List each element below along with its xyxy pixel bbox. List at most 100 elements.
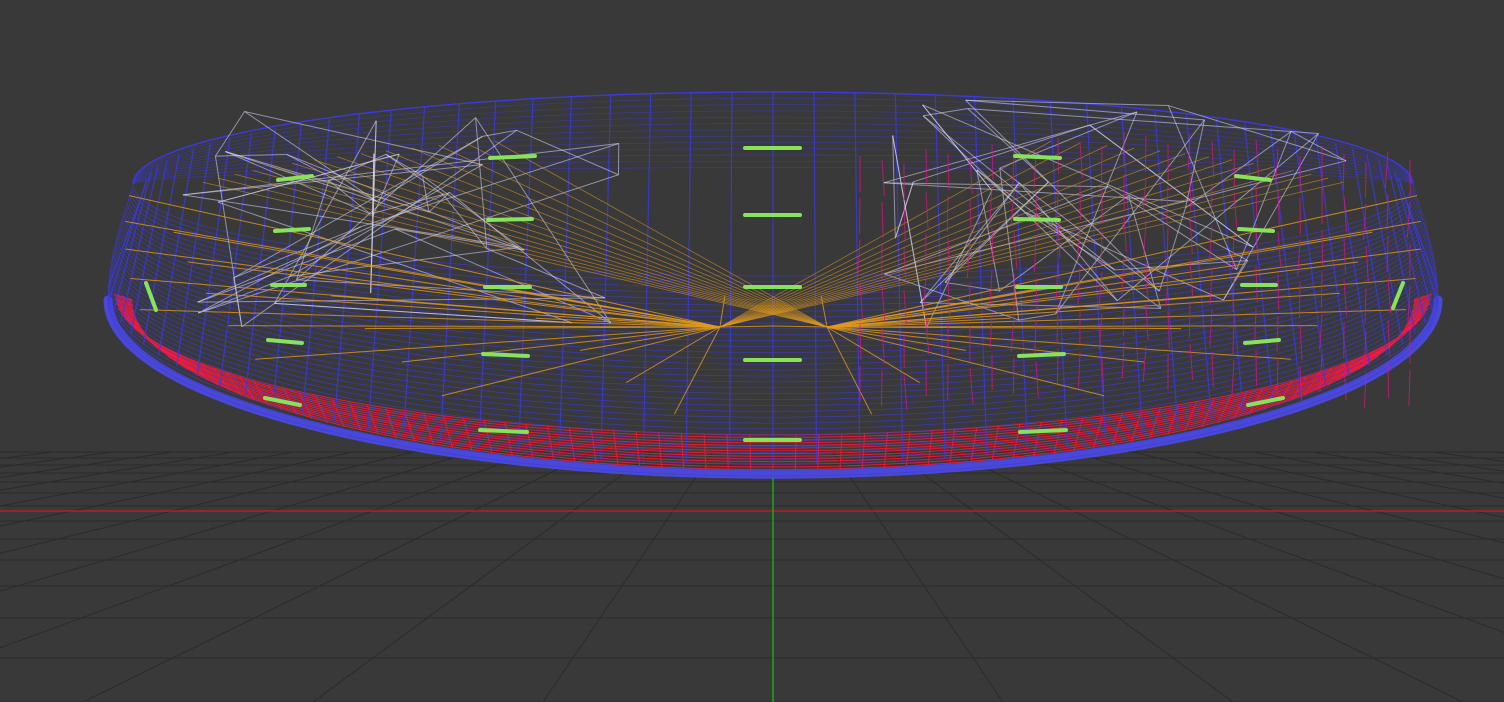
magenta-edge bbox=[1189, 217, 1193, 255]
grid-line bbox=[0, 451, 114, 468]
grid-line bbox=[1072, 451, 1504, 580]
orange-edge bbox=[331, 295, 721, 328]
magenta-edge bbox=[857, 239, 861, 277]
radial-line bbox=[113, 171, 152, 312]
grid-line bbox=[82, 451, 594, 702]
magenta-edge bbox=[1232, 233, 1235, 271]
magenta-edge bbox=[947, 153, 950, 191]
magenta-edge bbox=[1277, 273, 1280, 311]
orange-edge bbox=[719, 325, 774, 328]
white-edge bbox=[376, 135, 483, 202]
magenta-edge bbox=[946, 195, 949, 233]
radial-line bbox=[158, 148, 195, 356]
magenta-edge bbox=[1056, 179, 1059, 217]
white-edge bbox=[482, 129, 517, 137]
magenta-edge bbox=[1034, 319, 1037, 357]
magenta-edge bbox=[880, 369, 883, 407]
selected-edge[interactable] bbox=[481, 352, 530, 358]
dish-mesh[interactable] bbox=[103, 91, 1443, 479]
grid-line bbox=[952, 451, 1464, 702]
magenta-edge bbox=[1255, 181, 1258, 219]
magenta-edge bbox=[969, 199, 972, 237]
magenta-edge bbox=[1035, 361, 1039, 399]
magenta-edge bbox=[1078, 351, 1081, 389]
magenta-edge bbox=[1188, 301, 1191, 339]
magenta-edge bbox=[1144, 135, 1147, 173]
selected-edge[interactable] bbox=[273, 227, 311, 233]
magenta-edge bbox=[1012, 357, 1015, 395]
orange-edge bbox=[202, 181, 828, 328]
magenta-edge bbox=[1408, 369, 1411, 407]
magenta-edge bbox=[1387, 361, 1390, 399]
magenta-edge bbox=[1098, 271, 1103, 309]
ground-grid bbox=[0, 451, 1504, 702]
magenta-edge bbox=[1255, 349, 1258, 387]
magenta-edge bbox=[1233, 149, 1236, 187]
radial-line bbox=[1351, 148, 1388, 356]
magenta-edge bbox=[1343, 237, 1347, 275]
grid-line bbox=[0, 451, 414, 554]
magenta-edge bbox=[1320, 271, 1323, 309]
grid-line bbox=[0, 451, 234, 491]
magenta-edge bbox=[1232, 317, 1235, 355]
selected-edge[interactable] bbox=[1017, 352, 1066, 358]
magenta-edge bbox=[881, 201, 884, 239]
magenta-edge bbox=[1233, 191, 1238, 229]
orange-edge bbox=[719, 140, 1052, 328]
grid-line bbox=[1132, 451, 1504, 544]
magenta-edge bbox=[1210, 183, 1213, 221]
magenta-edge bbox=[1321, 229, 1324, 267]
grid-line bbox=[0, 451, 294, 507]
viewport-canvas[interactable] bbox=[0, 0, 1504, 702]
magenta-edge bbox=[1122, 299, 1125, 337]
white-edge bbox=[1089, 124, 1254, 248]
magenta-edge bbox=[989, 311, 993, 349]
orange-edge bbox=[494, 140, 828, 328]
selected-edge[interactable] bbox=[1234, 174, 1272, 182]
white-edge bbox=[215, 111, 245, 157]
magenta-edge bbox=[859, 281, 863, 319]
magenta-edge bbox=[903, 205, 906, 243]
selected-edge[interactable] bbox=[1013, 154, 1062, 160]
magenta-edge bbox=[1145, 303, 1149, 341]
white-edge bbox=[967, 108, 1049, 183]
selected-edge[interactable] bbox=[1013, 217, 1061, 222]
radial-line bbox=[1086, 104, 1107, 441]
magenta-edge bbox=[1363, 203, 1367, 241]
selected-edge[interactable] bbox=[266, 338, 304, 345]
magenta-edge bbox=[922, 275, 927, 313]
selected-edge[interactable] bbox=[478, 428, 529, 434]
white-edge bbox=[274, 302, 573, 324]
orange-edge bbox=[411, 147, 828, 328]
orange-edge bbox=[772, 325, 828, 328]
grid-line bbox=[0, 451, 534, 649]
grid-line bbox=[0, 451, 54, 459]
grid-line bbox=[832, 451, 1004, 702]
magenta-edge bbox=[1364, 287, 1367, 325]
grid-line bbox=[1312, 451, 1504, 484]
selected-edge[interactable] bbox=[486, 217, 534, 222]
magenta-edge bbox=[1277, 189, 1280, 227]
3d-viewport[interactable] bbox=[0, 0, 1504, 702]
grid-line bbox=[1372, 451, 1504, 472]
grid-line bbox=[1432, 451, 1504, 462]
magenta-edge bbox=[1035, 193, 1038, 231]
magenta-edge bbox=[968, 283, 971, 321]
white-edge bbox=[1222, 133, 1319, 301]
radial-line bbox=[685, 92, 692, 463]
selected-edge[interactable] bbox=[1018, 428, 1068, 434]
selected-edge[interactable] bbox=[488, 154, 537, 160]
grid-line bbox=[1012, 451, 1504, 634]
magenta-edge bbox=[1010, 189, 1015, 227]
magenta-edge bbox=[925, 149, 928, 187]
magenta-edge bbox=[1255, 139, 1260, 177]
selected-edge[interactable] bbox=[1237, 227, 1275, 233]
magenta-edge bbox=[1211, 141, 1215, 179]
radial-line bbox=[854, 92, 861, 463]
magenta-edge bbox=[1100, 145, 1103, 183]
magenta-edge bbox=[1189, 259, 1194, 297]
magenta-edge bbox=[1189, 175, 1192, 213]
grid-line bbox=[0, 451, 474, 592]
selected-edge[interactable] bbox=[1243, 338, 1281, 345]
magenta-edge bbox=[881, 159, 885, 197]
